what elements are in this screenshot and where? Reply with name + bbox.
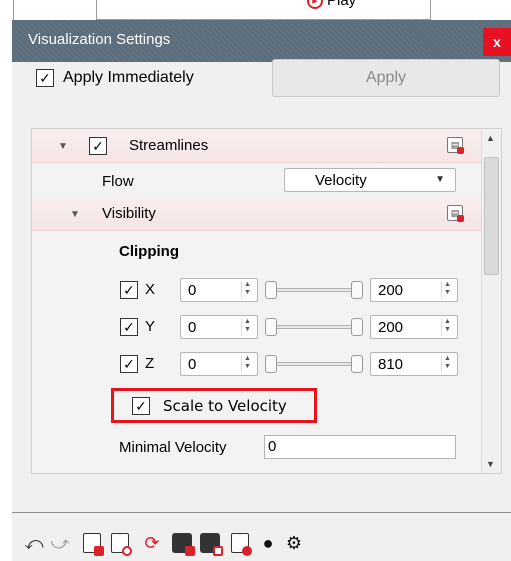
minimal-velocity-row: Minimal Velocity 0 <box>32 429 481 463</box>
clip-z-range-slider[interactable] <box>265 352 363 376</box>
spin-arrows-icon[interactable]: ▲ ▼ <box>241 355 253 373</box>
play-button[interactable]: ▶ Play <box>307 0 356 9</box>
minimal-velocity-input[interactable]: 0 <box>264 435 456 459</box>
slider-handle-min[interactable] <box>265 318 277 336</box>
redo-icon[interactable]: ⤻ <box>48 530 72 556</box>
slider-handle-min[interactable] <box>265 281 277 299</box>
apply-button[interactable]: Apply <box>272 59 500 97</box>
clip-x-min-spinbox[interactable]: 0 ▲ ▼ <box>180 278 258 302</box>
slider-handle-max[interactable] <box>351 355 363 373</box>
divider <box>12 512 511 513</box>
slider-handle-max[interactable] <box>351 281 363 299</box>
reset-icon[interactable]: ▤ <box>447 205 464 222</box>
tree-row-flow: Flow Velocity ▼ <box>32 163 481 197</box>
streamlines-label: Streamlines <box>129 137 209 154</box>
export-icon[interactable] <box>170 530 195 556</box>
chevron-down-icon: ▼ <box>435 174 445 185</box>
spin-arrows-icon[interactable]: ▲ ▼ <box>441 318 453 336</box>
visibility-label: Visibility <box>102 205 156 222</box>
scroll-up-icon[interactable]: ▲ <box>486 133 495 143</box>
clipping-heading: Clipping <box>119 243 179 260</box>
clip-y-min-spinbox[interactable]: 0 ▲ ▼ <box>180 315 258 339</box>
tree-row-visibility[interactable]: ▼ Visibility ▤ <box>32 197 481 231</box>
slider-handle-min[interactable] <box>265 355 277 373</box>
scrollbar-thumb[interactable] <box>484 157 499 275</box>
visibility-icon[interactable]: ● <box>256 530 280 556</box>
clip-y-max-spinbox[interactable]: 200 ▲ ▼ <box>370 315 458 339</box>
dialog-title: Visualization Settings <box>28 31 171 48</box>
collapse-arrow-icon[interactable]: ▼ <box>70 209 80 220</box>
undo-icon[interactable]: ⤺ <box>22 530 46 556</box>
scroll-down-icon[interactable]: ▼ <box>486 459 495 469</box>
spin-arrows-icon[interactable]: ▲ ▼ <box>241 281 253 299</box>
clip-x-axis-label: X <box>145 281 156 298</box>
titlebar[interactable]: Visualization Settings x <box>12 20 511 62</box>
close-button[interactable]: x <box>483 28 511 56</box>
clip-x-max-spinbox[interactable]: 200 ▲ ▼ <box>370 278 458 302</box>
background-window: ▶ Play <box>96 0 431 20</box>
clip-y-axis-label: Y <box>145 318 156 335</box>
visualization-settings-dialog: Visualization Settings x ✓ Apply Immedia… <box>12 20 511 561</box>
clip-x-range-slider[interactable] <box>265 278 363 302</box>
collapse-arrow-icon[interactable]: ▼ <box>58 141 68 152</box>
spin-arrows-icon[interactable]: ▲ ▼ <box>241 318 253 336</box>
spin-arrows-icon[interactable]: ▲ ▼ <box>441 355 453 373</box>
clip-z-checkbox[interactable]: ✓ <box>120 355 138 373</box>
highlight-box <box>111 388 317 423</box>
script-doc-icon[interactable] <box>228 530 252 556</box>
clip-y-min-value: 0 <box>188 319 197 336</box>
reload-icon[interactable]: ⟳ <box>140 530 164 556</box>
clip-x-max-value: 200 <box>378 282 404 299</box>
save-doc-icon[interactable] <box>80 530 104 556</box>
clip-row-y: ✓ Y 0 ▲ ▼ 200 ▲ ▼ <box>32 312 481 342</box>
tree-scrollbar[interactable]: ▲ ▼ <box>481 129 501 473</box>
play-icon: ▶ <box>307 0 323 9</box>
import-icon[interactable] <box>198 530 223 556</box>
clip-y-checkbox[interactable]: ✓ <box>120 318 138 336</box>
clip-z-min-spinbox[interactable]: 0 ▲ ▼ <box>180 352 258 376</box>
slider-track <box>269 325 359 329</box>
spin-arrows-icon[interactable]: ▲ ▼ <box>441 281 453 299</box>
slider-track <box>269 288 359 292</box>
tree-row-streamlines[interactable]: ▼ ✓ Streamlines ▤ <box>32 129 481 163</box>
load-doc-icon[interactable] <box>108 530 132 556</box>
clip-row-x: ✓ X 0 ▲ ▼ 200 ▲ ▼ <box>32 275 481 305</box>
clip-y-max-value: 200 <box>378 319 404 336</box>
clip-row-z: ✓ Z 0 ▲ ▼ 810 ▲ ▼ <box>32 349 481 379</box>
clip-y-range-slider[interactable] <box>265 315 363 339</box>
clip-z-axis-label: Z <box>145 355 155 372</box>
settings-gear-icon[interactable]: ⚙ <box>282 530 306 556</box>
apply-immediately-label: Apply Immediately <box>63 69 194 86</box>
flow-label: Flow <box>102 173 134 190</box>
flow-dropdown-value: Velocity <box>315 171 367 189</box>
clip-z-max-value: 810 <box>378 356 404 373</box>
minimal-velocity-label: Minimal Velocity <box>119 439 227 456</box>
flow-dropdown[interactable]: Velocity ▼ <box>284 168 456 192</box>
clip-z-min-value: 0 <box>188 356 197 373</box>
bottom-toolbar: ⤺ ⤻ ⟳ ● ⚙ <box>12 530 511 561</box>
reset-icon[interactable]: ▤ <box>447 137 464 154</box>
clip-z-max-spinbox[interactable]: 810 ▲ ▼ <box>370 352 458 376</box>
apply-immediately-checkbox[interactable]: ✓ <box>36 69 54 87</box>
slider-handle-max[interactable] <box>351 318 363 336</box>
slider-track <box>269 362 359 366</box>
streamlines-checkbox[interactable]: ✓ <box>89 137 107 155</box>
clip-x-min-value: 0 <box>188 282 197 299</box>
clip-x-checkbox[interactable]: ✓ <box>120 281 138 299</box>
play-label: Play <box>327 0 357 9</box>
